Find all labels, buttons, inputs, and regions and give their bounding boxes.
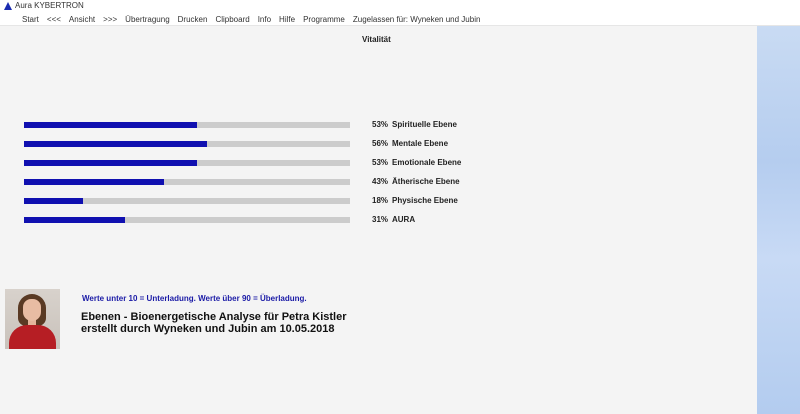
app-logo-icon [4,2,12,10]
side-panel [757,26,800,414]
bar-fill [24,122,197,128]
menu-bar: Start <<< Ansicht >>> Übertragung Drucke… [0,13,800,26]
level-percent: 31% [372,215,389,224]
level-label: Spirituelle Ebene [392,120,457,129]
level-label: Ätherische Ebene [392,177,460,186]
menu-next[interactable]: >>> [103,15,117,24]
menu-hilfe[interactable]: Hilfe [279,15,295,24]
report-caption: Ebenen - Bioenergetische Analyse für Pet… [81,311,347,335]
main-content: Vitalität 53% Spirituelle Ebene 56% Ment… [0,26,757,414]
level-percent: 53% [372,120,389,129]
threshold-note: Werte unter 10 = Unterladung. Werte über… [82,294,307,303]
level-label: AURA [392,215,416,224]
bar-track [24,122,350,128]
bar-track [24,198,350,204]
level-percent: 56% [372,139,389,148]
client-photo [5,289,60,349]
menu-ansicht[interactable]: Ansicht [69,15,95,24]
menu-start[interactable]: Start [22,15,39,24]
level-label: Mentale Ebene [392,139,449,148]
bar-track [24,217,350,223]
bar-fill [24,160,197,166]
level-percent: 53% [372,158,389,167]
window-title: Aura KYBERTRON [15,1,84,10]
level-percent: 18% [372,196,389,205]
bar-track [24,141,350,147]
bar-fill [24,179,165,185]
report-line-2: erstellt durch Wyneken und Jubin am 10.0… [81,323,335,335]
level-label: Emotionale Ebene [392,158,462,167]
bar-fill [24,141,207,147]
menu-clipboard[interactable]: Clipboard [215,15,249,24]
bar-track [24,179,350,185]
report-line-1: Ebenen - Bioenergetische Analyse für Pet… [81,311,347,323]
menu-drucken[interactable]: Drucken [178,15,208,24]
menu-zugelassen[interactable]: Zugelassen für: Wyneken und Jubin [353,15,481,24]
menu-programme[interactable]: Programme [303,15,345,24]
title-bar: Aura KYBERTRON [0,0,800,13]
level-label: Physische Ebene [392,196,458,205]
page-title: Vitalität [362,35,391,44]
menu-previous[interactable]: <<< [47,15,61,24]
menu-info[interactable]: Info [258,15,271,24]
bar-fill [24,198,83,204]
bar-fill [24,217,126,223]
level-percent: 43% [372,177,389,186]
menu-uebertragung[interactable]: Übertragung [125,15,169,24]
bar-track [24,160,350,166]
